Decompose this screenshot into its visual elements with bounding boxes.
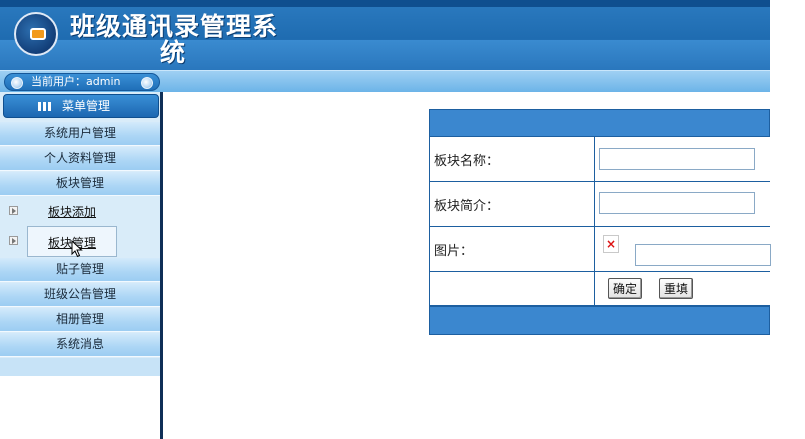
- sidebar-subitem-board-add[interactable]: 板块添加: [0, 196, 160, 226]
- sidebar-item-albums[interactable]: 相册管理: [0, 308, 160, 332]
- sidebar-item-posts[interactable]: 贴子管理: [0, 258, 160, 282]
- app-title-line2: 统: [160, 38, 187, 67]
- board-intro-label: 板块简介：: [434, 199, 500, 214]
- pill-left-knob-icon: [11, 77, 23, 89]
- sidebar-footer-strip: [0, 358, 160, 376]
- current-user-label: 当前用户：admin: [31, 75, 121, 88]
- board-add-form: 板块名称： 板块简介： 图片： × 确定 重填: [429, 109, 771, 335]
- sidebar-blank-area: [0, 376, 160, 439]
- form-row-board-name: 板块名称：: [429, 137, 770, 182]
- bullet-arrow-icon: [9, 206, 18, 215]
- column-divider: [594, 227, 595, 271]
- mouse-pointer-icon: [71, 240, 83, 258]
- column-divider: [594, 137, 595, 181]
- column-divider: [594, 182, 595, 226]
- board-name-label: 板块名称：: [434, 154, 500, 169]
- pill-right-knob-icon: [141, 77, 153, 89]
- app-logo: [14, 12, 58, 56]
- menu-header-label: 菜单管理: [62, 99, 111, 113]
- column-divider: [594, 272, 595, 305]
- sidebar-item-profile[interactable]: 个人资料管理: [0, 147, 160, 171]
- submit-button[interactable]: 确定: [608, 278, 643, 299]
- reset-button[interactable]: 重填: [659, 278, 694, 299]
- board-name-input[interactable]: [599, 148, 755, 170]
- form-footer-bar: [429, 306, 770, 335]
- app-title-line1: 班级通讯录管理系: [70, 12, 279, 41]
- current-user-pill: 当前用户：admin: [4, 73, 160, 91]
- menu-header[interactable]: 菜单管理: [3, 94, 159, 118]
- sidebar: 菜单管理 系统用户管理 个人资料管理 板块管理 板块添加 板块管理 贴子管理 班…: [0, 92, 163, 439]
- sidebar-divider: [160, 92, 163, 439]
- sidebar-item-board-management[interactable]: 板块管理: [0, 172, 160, 196]
- sidebar-subitem-board-manage[interactable]: 板块管理: [0, 226, 160, 258]
- sidebar-item-system-users[interactable]: 系统用户管理: [0, 122, 160, 146]
- menu-grid-icon: [38, 102, 52, 111]
- image-label: 图片：: [434, 244, 474, 259]
- sidebar-item-system-messages[interactable]: 系统消息: [0, 333, 160, 357]
- app-title: 班级通讯录管理系 统: [70, 14, 290, 66]
- header-top-strip: [0, 0, 770, 7]
- logo-mark-icon: [30, 28, 46, 40]
- sidebar-subitem-label[interactable]: 板块添加: [48, 203, 96, 220]
- form-row-buttons: 确定 重填: [429, 272, 770, 306]
- form-header-bar: [429, 109, 770, 137]
- app-header: 班级通讯录管理系 统: [0, 0, 770, 70]
- sidebar-item-announcements[interactable]: 班级公告管理: [0, 283, 160, 307]
- user-bar: 当前用户：admin: [0, 70, 770, 92]
- bullet-arrow-icon: [9, 236, 18, 245]
- form-row-image: 图片： ×: [429, 227, 771, 272]
- form-row-board-intro: 板块简介：: [429, 182, 770, 227]
- board-intro-input[interactable]: [599, 192, 755, 214]
- broken-image-icon: ×: [603, 235, 619, 253]
- image-path-input[interactable]: [635, 244, 771, 266]
